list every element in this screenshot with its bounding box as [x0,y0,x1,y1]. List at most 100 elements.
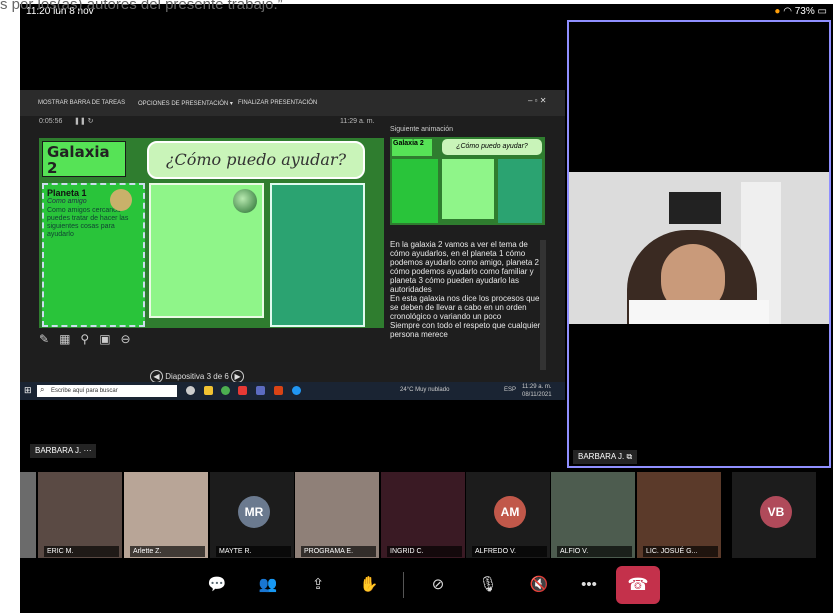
slide-counter: Diapositiva 3 de 6 [165,372,229,381]
thumb-galaxy-title: Galaxia 2 [392,139,432,156]
presenter-bar: 0:05:56 ❚❚ ↻ 11:29 a. m. [20,116,565,130]
participant-name: INGRID C. [387,546,462,557]
speaker-notes[interactable]: En la galaxia 2 vamos a ver el tema de c… [390,240,542,370]
next-animation-label: Siguiente animación [390,126,454,133]
battery-icon: ▭ [817,6,827,17]
tv-shape [669,192,721,224]
pointer-icon[interactable]: ▣ [99,332,110,346]
caption-text: s por los(as) autores del presente traba… [0,0,283,13]
people-icon[interactable]: 👥 [254,571,282,599]
speaker-name: BARBARA J. [578,452,625,461]
participants-strip: ERIC M. Arlette Z. MR MAYTE R. PROGRAMA E… [20,472,833,558]
avatar: MR [238,496,270,528]
participant-name: ERIC M. [44,546,119,557]
next-slide-thumbnail[interactable]: Galaxia 2 ¿Cómo puedo ayudar? [390,137,545,225]
browser-icon[interactable] [292,386,301,395]
speaker-off-icon[interactable]: 🔇 [525,571,553,599]
share-screen-icon: ⧉ [626,452,633,461]
folder-icon[interactable] [204,386,213,395]
planet-1-card: Planeta 1 Como amigo Como amigos cercano… [42,183,145,327]
avatar: VB [760,496,792,528]
note-paragraph: En esta galaxia nos dice los procesos qu… [390,294,540,321]
speaker-name-tag: BARBARA J. ⧉ [573,450,638,464]
more-options-icon[interactable]: ⊖ [121,332,131,346]
zoom-icon[interactable]: ⚲ [80,332,89,346]
participant-tile[interactable]: INGRID C. [381,472,465,558]
participant-name: ALFREDO V. [472,546,547,557]
thumb-planet-2 [442,159,494,219]
self-video-tag: BARBARA J. ··· [30,444,97,458]
pen-tools: ✎ ▦ ⚲ ▣ ⊖ [39,332,189,350]
task-view-icon[interactable] [186,386,195,395]
participant-tile[interactable]: ERIC M. [38,472,122,558]
hangup-icon: ☎ [627,575,649,594]
hangup-button[interactable]: ☎ [616,566,660,604]
windows-taskbar: ⊞ Escribe aquí para buscar ⌕ 24°C Muy nu… [20,382,565,400]
chrome-icon[interactable] [221,386,230,395]
powerpoint-icon[interactable] [274,386,283,395]
show-taskbar-button[interactable]: MOSTRAR BARRA DE TAREAS [38,100,125,106]
chat-icon[interactable]: 💬 [203,571,231,599]
thumb-planet-3 [498,159,542,223]
tb-date: 08/11/2021 [522,392,552,398]
timer: 0:05:56 [39,118,63,125]
planet-1-text: Como amigos cercanos puedes tratar de ha… [47,207,129,238]
taskbar-search-input[interactable]: Escribe aquí para buscar [37,385,177,397]
divider [403,572,404,598]
note-paragraph: En la galaxia 2 vamos a ver el tema de c… [390,240,539,294]
wifi-icon: ◠ [783,6,792,17]
planet-2-card [149,183,264,318]
windows-icon[interactable]: ⊞ [24,385,32,396]
participant-name: ALFIO V. [557,546,632,557]
more-icon[interactable]: ··· [83,446,91,455]
raise-hand-icon[interactable]: ✋ [355,571,383,599]
participant-tile[interactable]: AM ALFREDO V. [466,472,550,558]
current-slide: Galaxia 2 ¿Cómo puedo ayudar? Planeta 1 … [39,138,384,328]
weather: 24°C Muy nublado [400,387,450,393]
meeting-controls: 💬 👥 ⇪ ✋ ⊘ 🎙 🔇 ••• ☎ [20,558,833,613]
clock: 11:29 a. m. [340,118,375,125]
pen-icon[interactable]: ✎ [39,332,49,346]
self-name: BARBARA J. [35,446,82,455]
tb-time: 11:29 a. m. [522,384,552,390]
camera-off-icon[interactable]: ⊘ [424,571,452,599]
participant-tile[interactable]: Arlette Z. [124,472,208,558]
shirt-shape [629,300,769,324]
speaker-video [569,172,829,324]
participant-tile[interactable]: LIC. JOSUÉ G... [637,472,721,558]
participant-tile[interactable]: ALFIO V. [551,472,635,558]
orange-dot-icon: ● [774,6,781,17]
presentation-options-button[interactable]: OPCIONES DE PRESENTACIÓN ▾ [138,100,233,107]
planet-icon [110,189,132,211]
window-controls[interactable]: – ▫ ✕ [528,96,546,105]
battery: ● ◠ 73% ▭ [774,6,827,17]
participant-tile[interactable]: VB [732,472,816,558]
participant-name: LIC. JOSUÉ G... [643,546,718,557]
notes-scrollbar[interactable] [540,240,546,370]
thumb-question: ¿Cómo puedo ayudar? [442,139,542,155]
thumb-planet-1 [392,159,438,223]
note-paragraph: Siempre con todo el respeto que cualquie… [390,321,541,339]
search-icon: ⌕ [40,385,45,394]
app-root: s por los(as) autores del presente traba… [0,0,833,613]
app-icon[interactable] [238,386,247,395]
end-presentation-button[interactable]: FINALIZAR PRESENTACIÓN [238,100,317,106]
presenter-toolbar: MOSTRAR BARRA DE TAREAS OPCIONES DE PRES… [20,90,565,116]
battery-text: 73% [794,6,815,17]
taskbar-clock: 11:29 a. m. 08/11/2021 [522,383,552,399]
avatar: AM [494,496,526,528]
share-icon[interactable]: ⇪ [304,571,332,599]
pause-icon[interactable]: ❚❚ ↻ [74,117,94,125]
active-speaker-tile[interactable]: BARBARA J. ⧉ [567,20,831,468]
participant-tile[interactable]: PROGRAMA E. [295,472,379,558]
more-icon[interactable]: ••• [575,571,603,599]
mic-off-icon[interactable]: 🎙 [474,571,502,599]
planet-3-card [270,183,365,327]
galaxy-title: Galaxia 2 [42,141,126,177]
teams-icon[interactable] [256,386,265,395]
language: ESP [504,387,517,393]
participant-tile[interactable] [20,472,36,558]
slide-question: ¿Cómo puedo ayudar? [147,141,365,179]
participant-tile[interactable]: MR MAYTE R. [210,472,294,558]
grid-icon[interactable]: ▦ [59,332,70,346]
